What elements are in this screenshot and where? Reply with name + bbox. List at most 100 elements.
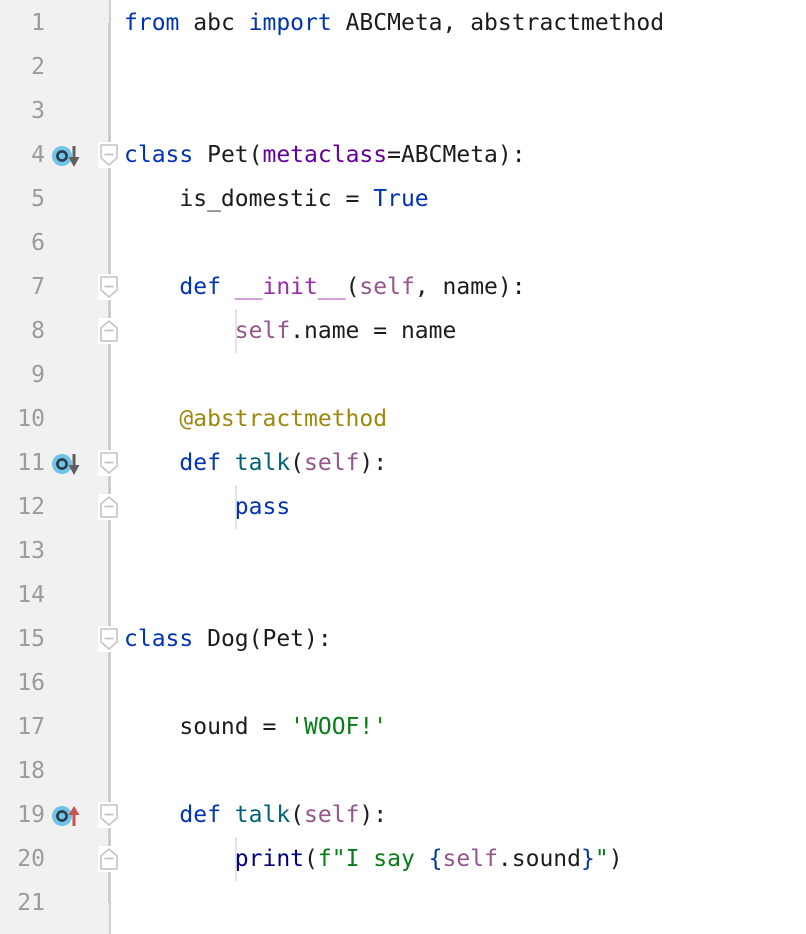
token-self: self [235,318,290,344]
line-number: 7 [5,265,45,309]
gutter-row[interactable]: 14 [0,573,109,617]
code-line[interactable] [111,573,806,617]
gutter-row[interactable]: 17 [0,705,109,749]
token-plain: Pet( [207,142,262,168]
line-number: 12 [5,485,45,529]
code-line[interactable] [111,353,806,397]
code-line[interactable]: self.name = name [111,309,806,353]
code-content-area[interactable]: from abc import ABCMeta, abstractmethod c… [111,0,806,934]
fold-collapse-start-icon[interactable] [98,626,120,652]
token-kw: True [373,186,428,212]
implemented-by-marker-icon[interactable] [52,142,96,168]
fold-collapse-end-icon[interactable] [98,846,120,872]
gutter-row[interactable]: 5 [0,177,109,221]
token-plain: , name): [415,274,526,300]
token-kw: class [124,142,207,168]
code-line-text: pass [124,485,290,529]
line-number: 13 [5,529,45,573]
token-plain: ( [290,802,304,828]
line-number: 15 [5,617,45,661]
fold-collapse-end-icon[interactable] [98,318,120,344]
token-plain: sound = [124,714,290,740]
code-line[interactable]: def __init__(self, name): [111,265,806,309]
code-line[interactable] [111,89,806,133]
code-line-text: class Dog(Pet): [124,617,332,661]
token-plain: =ABCMeta): [387,142,525,168]
code-line[interactable] [111,661,806,705]
gutter-row[interactable]: 18 [0,749,109,793]
token-fbrace: { [429,846,443,872]
code-line[interactable] [111,529,806,573]
token-plain: ( [304,846,318,872]
gutter-row[interactable]: 6 [0,221,109,265]
line-number: 16 [5,661,45,705]
token-plain: ): [359,450,387,476]
gutter-row[interactable]: 1 [0,1,109,45]
token-self: self [359,274,414,300]
code-editor[interactable]: 123456789101112131415161718192021 from a… [0,0,806,934]
token-str: 'WOOF!' [290,714,387,740]
gutter-row[interactable]: 13 [0,529,109,573]
token-kw: import [249,10,346,36]
implemented-by-marker-icon[interactable] [52,450,96,476]
token-plain [124,406,179,432]
line-number: 3 [5,89,45,133]
gutter-row[interactable]: 16 [0,661,109,705]
fold-collapse-start-icon[interactable] [98,802,120,828]
code-line[interactable]: class Pet(metaclass=ABCMeta): [111,133,806,177]
line-number: 11 [5,441,45,485]
token-kw: def [179,802,234,828]
gutter-row[interactable]: 7 [0,265,109,309]
token-deco: @abstractmethod [179,406,387,432]
code-line[interactable] [111,221,806,265]
code-line-text: @abstractmethod [124,397,387,441]
gutter-row[interactable]: 8 [0,309,109,353]
fold-collapse-start-icon[interactable] [98,450,120,476]
code-line[interactable]: from abc import ABCMeta, abstractmethod [111,1,806,45]
gutter-row[interactable]: 20 [0,837,109,881]
code-line[interactable]: @abstractmethod [111,397,806,441]
line-number: 19 [5,793,45,837]
token-plain: ) [609,846,623,872]
token-str: f"I say [318,846,429,872]
line-number: 21 [5,881,45,925]
line-number: 5 [5,177,45,221]
token-func: talk [235,450,290,476]
overriding-method-marker-icon[interactable] [52,802,96,828]
fold-collapse-start-icon[interactable] [98,142,120,168]
line-number: 14 [5,573,45,617]
token-plain: ( [346,274,360,300]
gutter-row[interactable]: 2 [0,45,109,89]
gutter-row[interactable]: 21 [0,881,109,925]
fold-collapse-start-icon[interactable] [98,274,120,300]
code-line[interactable]: def talk(self): [111,793,806,837]
line-number: 4 [5,133,45,177]
code-line[interactable]: is_domestic = True [111,177,806,221]
code-line-text: class Pet(metaclass=ABCMeta): [124,133,526,177]
code-line-text: def talk(self): [124,793,387,837]
gutter-row[interactable]: 9 [0,353,109,397]
code-line[interactable] [111,749,806,793]
gutter-row[interactable]: 3 [0,89,109,133]
line-number: 9 [5,353,45,397]
line-number: 6 [5,221,45,265]
token-kw: def [179,274,234,300]
code-line[interactable]: def talk(self): [111,441,806,485]
code-line[interactable] [111,45,806,89]
code-line[interactable]: print(f"I say {self.sound}") [111,837,806,881]
line-number: 2 [5,45,45,89]
code-line[interactable]: class Dog(Pet): [111,617,806,661]
token-str: " [595,846,609,872]
code-line[interactable] [111,881,806,925]
token-kw: pass [235,494,290,520]
code-line[interactable]: sound = 'WOOF!' [111,705,806,749]
token-plain [124,450,179,476]
gutter-row[interactable]: 12 [0,485,109,529]
fold-collapse-end-icon[interactable] [98,494,120,520]
token-plain: ( [290,450,304,476]
token-func: talk [235,802,290,828]
gutter-row[interactable]: 15 [0,617,109,661]
gutter-row[interactable]: 10 [0,397,109,441]
code-line[interactable]: pass [111,485,806,529]
line-number: 1 [5,1,45,45]
